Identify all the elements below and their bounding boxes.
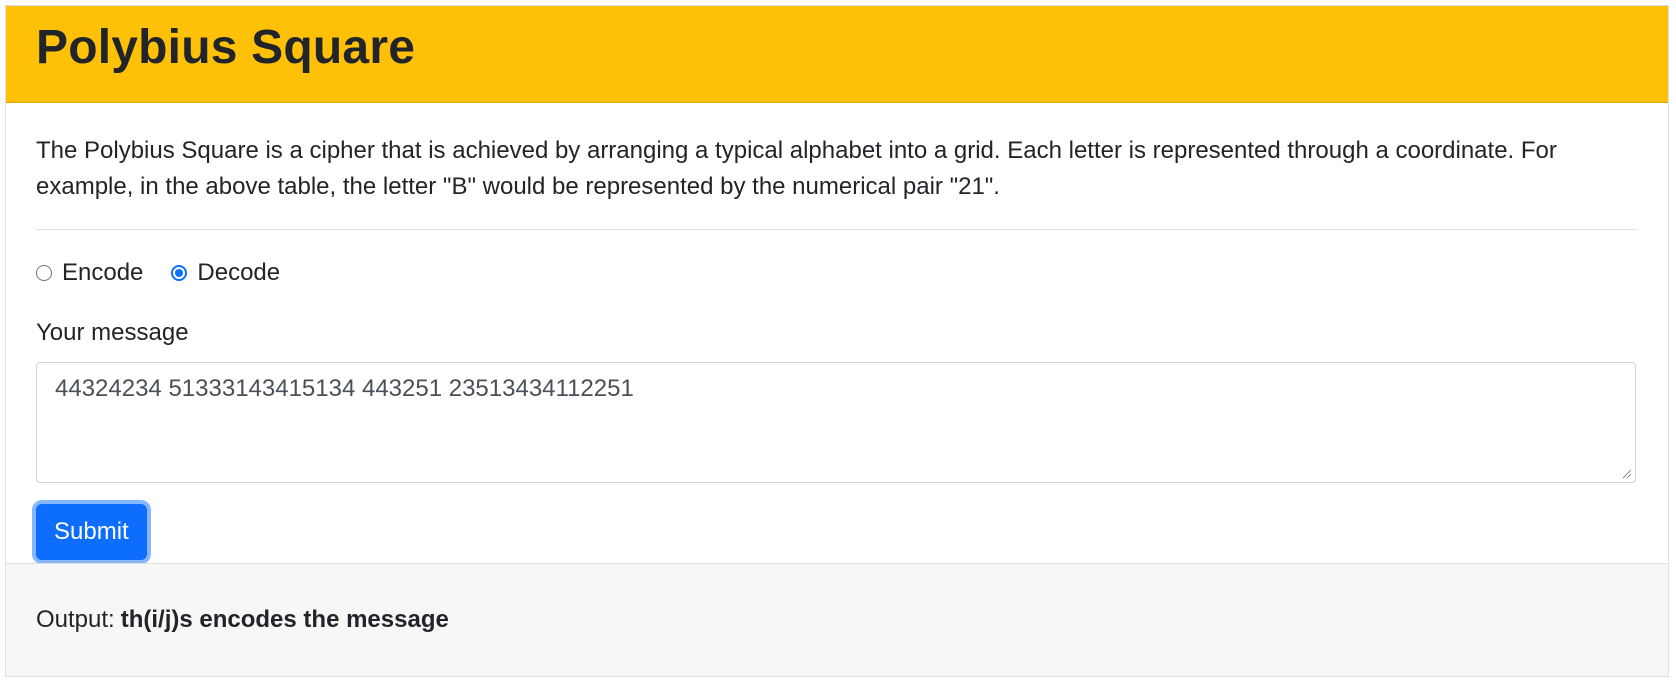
message-label: Your message <box>36 319 189 346</box>
resize-handle-icon[interactable] <box>1620 467 1632 479</box>
card-header: Polybius Square <box>6 6 1668 103</box>
card-footer: Output: th(i/j)s encodes the message <box>6 563 1668 676</box>
submit-button[interactable]: Submit <box>36 504 147 560</box>
encode-radio-option[interactable]: Encode <box>36 259 143 287</box>
card-body: The Polybius Square is a cipher that is … <box>6 103 1668 560</box>
output-value: th(i/j)s encodes the message <box>120 606 449 633</box>
encode-radio-button[interactable] <box>36 265 52 281</box>
divider <box>36 229 1638 230</box>
decode-radio-label: Decode <box>197 259 281 286</box>
output-label: Output: <box>36 606 115 633</box>
page-title: Polybius Square <box>36 21 416 74</box>
message-textarea[interactable]: 44324234 51333143415134 443251 235134341… <box>36 362 1636 483</box>
polybius-card: Polybius Square The Polybius Square is a… <box>5 5 1669 677</box>
message-value: 44324234 51333143415134 443251 235134341… <box>55 375 634 402</box>
encode-radio-label: Encode <box>62 259 144 286</box>
decode-radio-option[interactable]: Decode <box>171 259 280 287</box>
decode-radio-button[interactable] <box>171 265 188 281</box>
intro-text: The Polybius Square is a cipher that is … <box>36 137 1557 200</box>
mode-radio-group: Encode Decode <box>36 256 1638 290</box>
